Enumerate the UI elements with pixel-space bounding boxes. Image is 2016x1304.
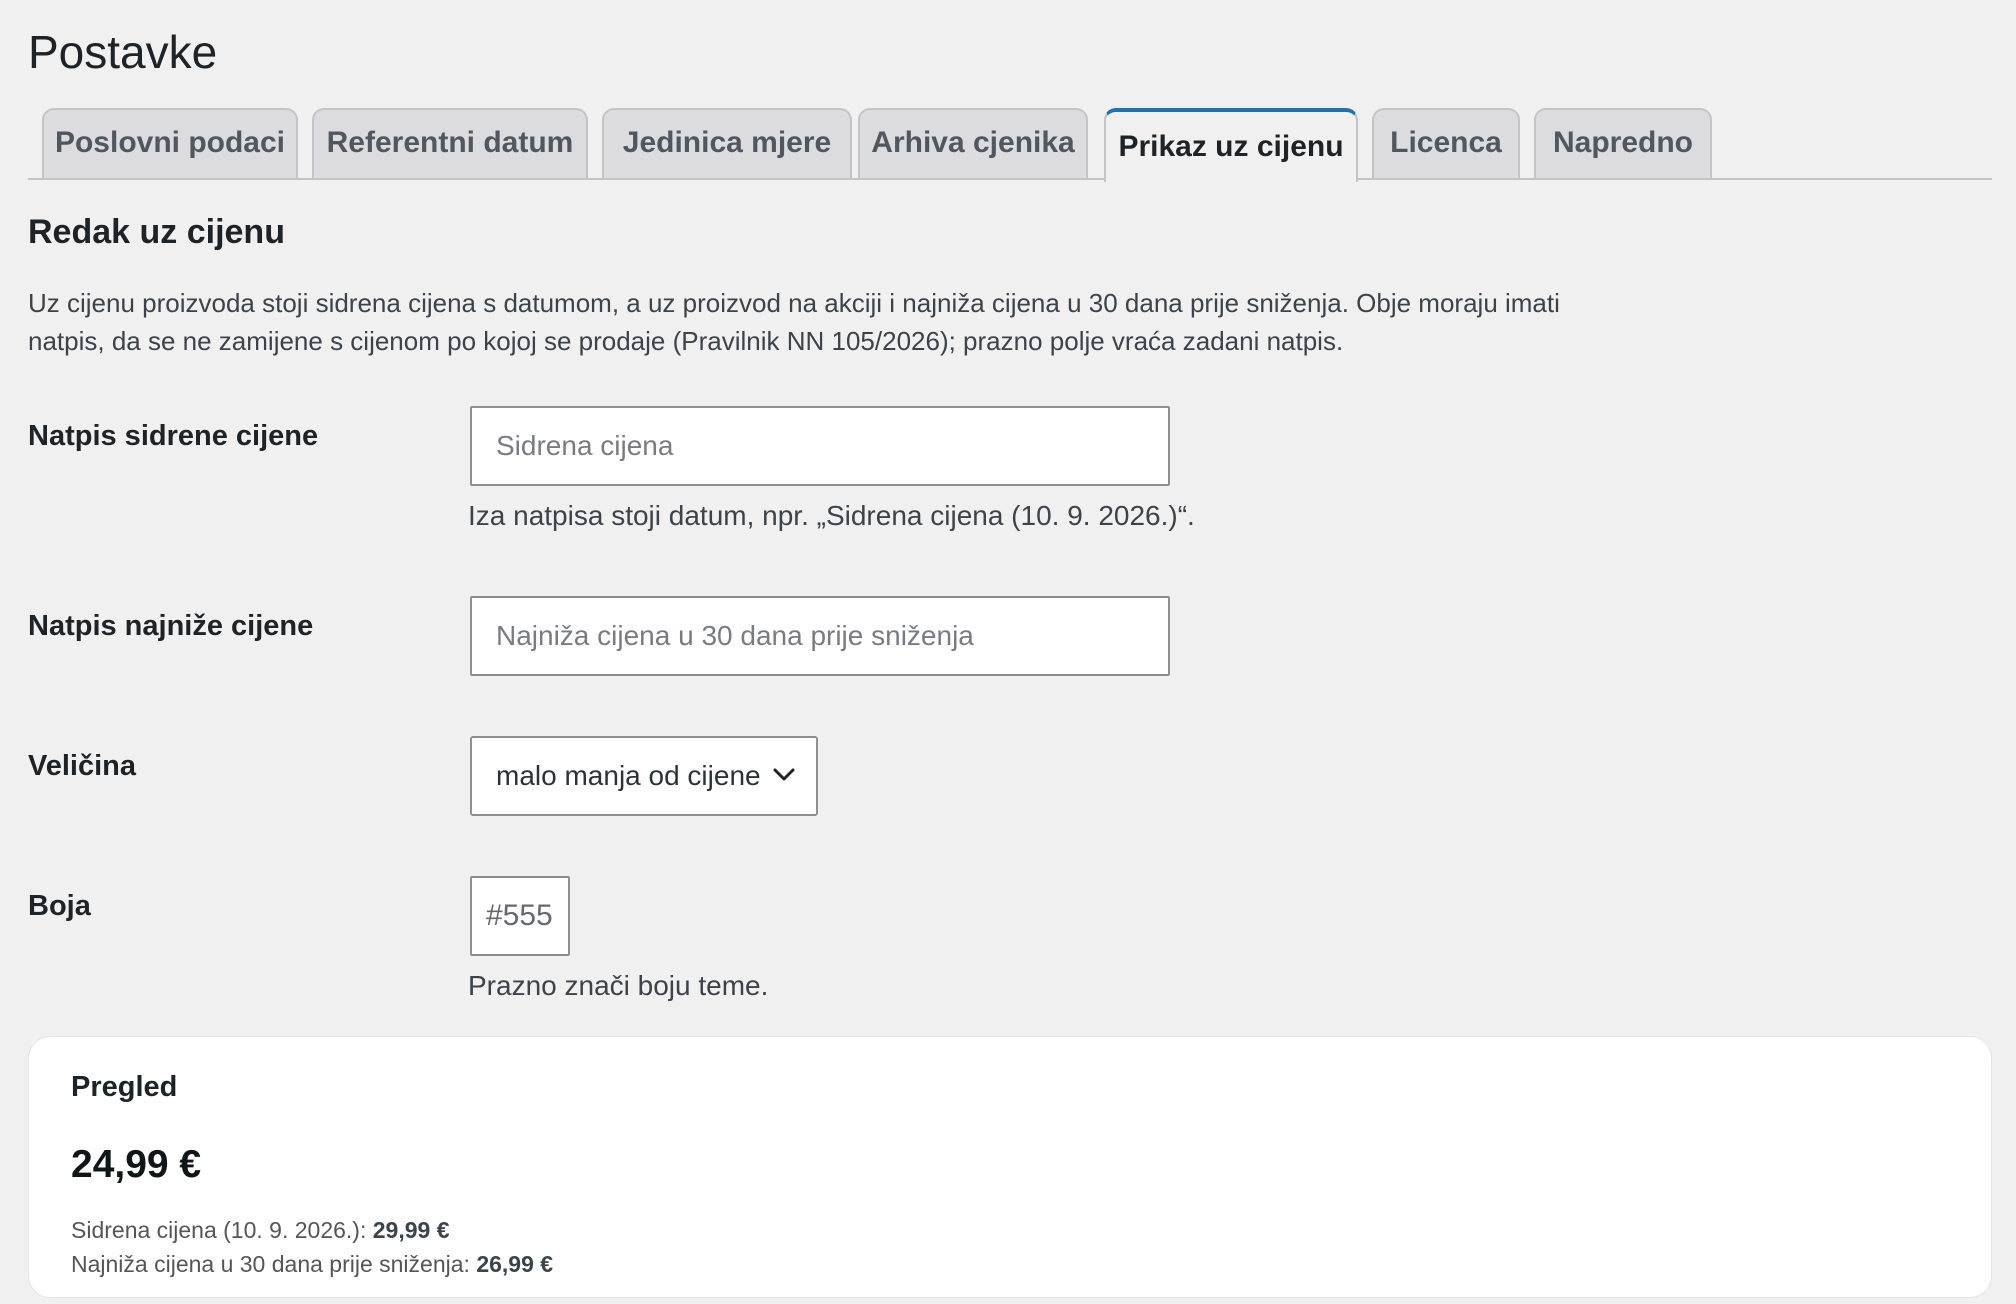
anchor-label-field-label: Natpis sidrene cijene (28, 420, 319, 452)
section-description-line-1: Uz cijenu proizvoda stoji sidrena cijena… (28, 288, 1560, 318)
preview-price: 24,99 € (71, 1143, 202, 1186)
anchor-label-input[interactable] (470, 406, 1170, 486)
preview-title: Pregled (71, 1071, 178, 1103)
section-title: Redak uz cijenu (28, 213, 285, 251)
tab-prikaz-uz-cijenu[interactable]: Prikaz uz cijenu (1104, 108, 1358, 182)
lowest-label-field-label: Natpis najniže cijene (28, 610, 314, 642)
tab-referentni-datum[interactable]: Referentni datum (312, 108, 588, 178)
color-help: Prazno znači boju teme. (468, 970, 769, 1001)
preview-anchor-text: Sidrena cijena (10. 9. 2026.): (71, 1217, 367, 1243)
preview-lowest-text: Najniža cijena u 30 dana prije sniženja: (71, 1251, 470, 1277)
chevron-down-icon (773, 768, 795, 781)
tab-jedinica-mjere[interactable]: Jedinica mjere (602, 108, 852, 178)
preview-card: Pregled 24,99 € Sidrena cijena (10. 9. 2… (28, 1036, 1992, 1298)
settings-page: Postavke Poslovni podaci Referentni datu… (0, 0, 2016, 1304)
color-field-label: Boja (28, 890, 91, 922)
section-description: Uz cijenu proizvoda stoji sidrena cijena… (28, 284, 1688, 360)
size-select-value: malo manja od cijene (496, 760, 761, 791)
anchor-label-help: Iza natpisa stoji datum, npr. „Sidrena c… (468, 500, 1195, 531)
size-field-label: Veličina (28, 750, 137, 782)
preview-lowest-value: 26,99 € (476, 1251, 554, 1277)
preview-lowest-line: Najniža cijena u 30 dana prije sniženja:… (71, 1247, 553, 1281)
page-title: Postavke (28, 26, 218, 78)
tab-licenca[interactable]: Licenca (1372, 108, 1520, 178)
tab-arhiva-cjenika[interactable]: Arhiva cjenika (858, 108, 1088, 178)
section-description-line-2: natpis, da se ne zamijene s cijenom po k… (28, 326, 1344, 356)
preview-anchor-value: 29,99 € (372, 1217, 450, 1243)
color-input[interactable] (470, 876, 570, 956)
lowest-label-input[interactable] (470, 596, 1170, 676)
size-select[interactable]: malo manja od cijene (470, 736, 818, 816)
settings-tabs: Poslovni podaci Referentni datum Jedinic… (28, 108, 1992, 182)
tab-napredno[interactable]: Napredno (1534, 108, 1712, 178)
preview-anchor-line: Sidrena cijena (10. 9. 2026.): 29,99 € (71, 1213, 450, 1247)
tab-poslovni-podaci[interactable]: Poslovni podaci (42, 108, 298, 178)
